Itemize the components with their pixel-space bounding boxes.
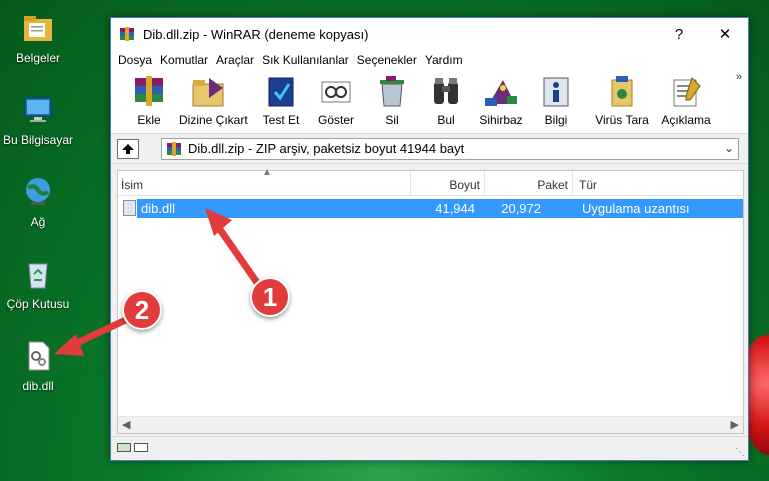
annotation-badge-2: 2 (122, 290, 162, 330)
annotation-arrows (54, 208, 262, 356)
annotation-badge-1: 1 (250, 277, 290, 317)
